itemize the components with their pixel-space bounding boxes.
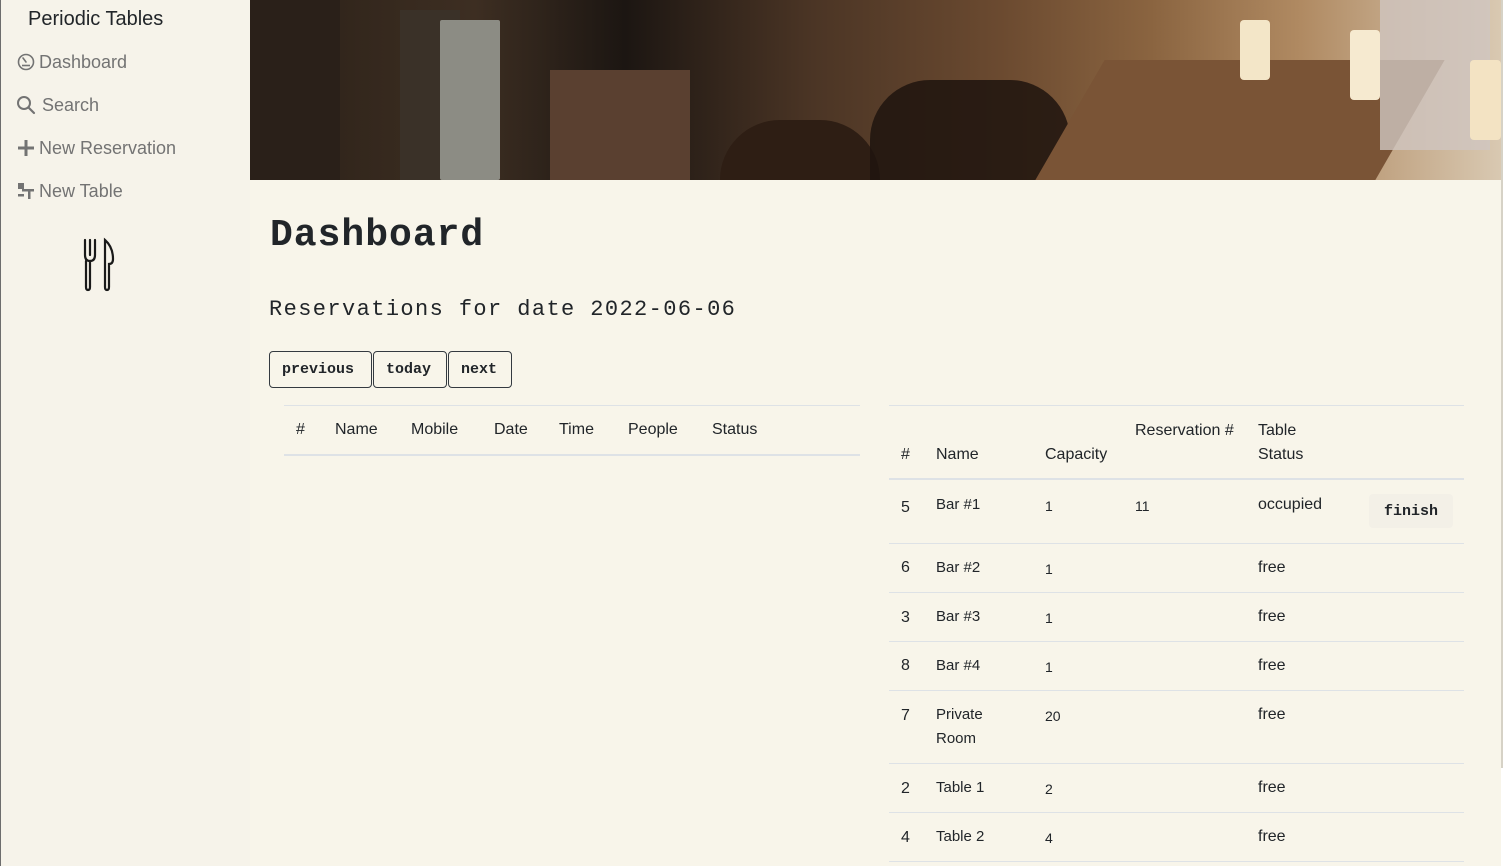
table-capacity: 1	[1045, 561, 1053, 577]
table-status: free	[1258, 559, 1286, 576]
column-header: Date	[494, 421, 528, 438]
table-row: 6 Bar #2 1 free	[889, 544, 1464, 593]
table-row: 3 Bar #3 1 free	[889, 593, 1464, 642]
previous-button[interactable]: previous	[269, 351, 372, 388]
table-capacity: 20	[1045, 708, 1061, 724]
table-capacity: 1	[1045, 610, 1053, 626]
sidebar-item-label: New Table	[39, 180, 123, 201]
table-name: Bar #2	[936, 559, 981, 576]
table-id: 3	[901, 609, 910, 626]
table-name: Table 1	[936, 779, 985, 796]
table-capacity: 2	[1045, 781, 1053, 797]
sidebar-item-new-reservation[interactable]: New Reservation	[16, 135, 176, 161]
reservation-id: 11	[1135, 498, 1150, 514]
column-header: Reservation #	[1135, 422, 1234, 439]
table-id: 8	[901, 657, 910, 674]
table-row: 7 Private Room 20 free	[889, 691, 1464, 764]
table-header: # Name Capacity Reservation # Table Stat…	[889, 405, 1464, 480]
column-header: Capacity	[1045, 446, 1108, 463]
next-button[interactable]: next	[448, 351, 512, 388]
column-header: People	[628, 421, 678, 438]
column-header: Mobile	[411, 421, 459, 438]
search-icon	[16, 95, 36, 115]
table-status: free	[1258, 657, 1286, 674]
table-status: free	[1258, 706, 1286, 723]
table-id: 5	[901, 499, 910, 516]
dashboard-icon	[16, 52, 36, 72]
table-id: 7	[901, 707, 910, 724]
today-button[interactable]: today	[373, 351, 447, 388]
column-header: Table Status	[1258, 422, 1304, 463]
table-status: free	[1258, 828, 1286, 845]
date-heading: Reservations for date 2022-06-06	[269, 297, 737, 322]
tables-table: # Name Capacity Reservation # Table Stat…	[889, 405, 1464, 862]
table-status: occupied	[1258, 496, 1323, 513]
table-status: free	[1258, 779, 1286, 796]
sidebar-item-new-table[interactable]: New Table	[16, 178, 123, 204]
page-title: Dashboard	[270, 214, 485, 257]
table-row: 2 Table 1 2 free	[889, 764, 1464, 813]
table-header: # Name Mobile Date Time People Status	[284, 405, 860, 456]
column-header: Status	[712, 421, 758, 438]
table-status: free	[1258, 608, 1286, 625]
table-row: 8 Bar #4 1 free	[889, 642, 1464, 691]
date-navigation: previous today next	[269, 351, 512, 388]
sidebar-item-label: Dashboard	[39, 51, 128, 72]
column-header: #	[296, 421, 305, 438]
scrollbar-track[interactable]	[1501, 0, 1503, 768]
hero-image	[250, 0, 1501, 180]
table-capacity: 1	[1045, 498, 1053, 514]
table-row: 4 Table 2 4 free	[889, 813, 1464, 862]
sidebar-item-label: Search	[42, 94, 100, 115]
fork-knife-icon	[83, 237, 115, 292]
table-id: 6	[901, 559, 910, 576]
table-capacity: 1	[1045, 659, 1053, 675]
table-capacity: 4	[1045, 830, 1053, 846]
table-name: Table 2	[936, 828, 985, 845]
sidebar-item-dashboard[interactable]: Dashboard	[16, 49, 127, 75]
table-id: 4	[901, 829, 910, 846]
column-header: #	[901, 446, 910, 463]
sidebar-item-search[interactable]: Search	[16, 92, 99, 118]
column-header: Time	[559, 421, 594, 438]
table-name: Bar #4	[936, 657, 981, 674]
table-name: Bar #1	[936, 496, 981, 513]
plus-icon	[16, 138, 36, 158]
finish-button[interactable]: finish	[1369, 494, 1453, 528]
table-id: 2	[901, 780, 910, 797]
table-row: 5 Bar #1 1 11 occupied finish	[889, 480, 1464, 544]
sidebar: Periodic Tables Dashboard Search New Res…	[1, 0, 250, 866]
column-header: Name	[335, 421, 378, 438]
reservations-table: # Name Mobile Date Time People Status	[284, 405, 860, 456]
column-header: Name	[936, 446, 979, 463]
table-name: Bar #3	[936, 608, 981, 625]
brand-title[interactable]: Periodic Tables	[28, 8, 163, 31]
sidebar-item-label: New Reservation	[39, 137, 177, 158]
table-name: Private Room	[936, 706, 983, 747]
new-table-icon	[16, 181, 36, 201]
